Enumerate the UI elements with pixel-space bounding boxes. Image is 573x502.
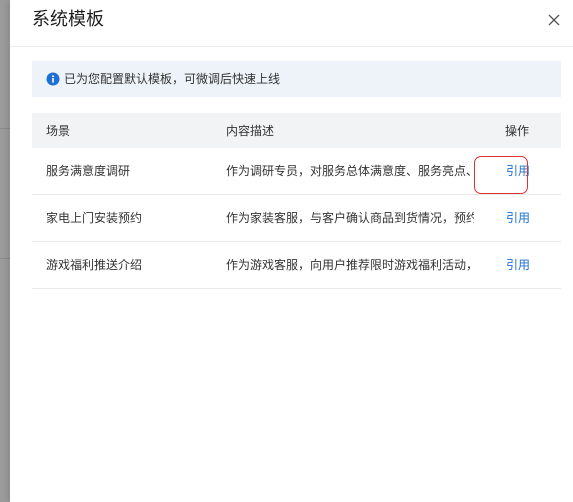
close-icon: [548, 14, 560, 26]
template-drawer: 系统模板 已为您配置默认模板，可微调后快速上线 场景 内容描述 操作 服务满意度…: [10, 0, 573, 502]
drawer-title: 系统模板: [32, 9, 104, 30]
info-notice: 已为您配置默认模板，可微调后快速上线: [32, 61, 561, 97]
scene-cell: 服务满意度调研: [46, 164, 131, 178]
column-header-action: 操作: [505, 124, 530, 138]
content-cell: 作为游戏客服，向用户推荐限时游戏福利活动，强…: [226, 258, 474, 272]
content-cell: 作为调研专员，对服务总体满意度、服务亮点、改…: [226, 164, 474, 178]
backdrop-divider: [0, 128, 10, 129]
scene-cell: 家电上门安装预约: [46, 211, 143, 225]
backdrop-divider: [0, 258, 10, 259]
use-template-link[interactable]: 引用: [506, 257, 530, 273]
info-circle-icon: [46, 72, 60, 86]
content-cell: 作为家装客服，与客户确认商品到货情况，预约上…: [226, 211, 474, 225]
table-row: 游戏福利推送介绍 作为游戏客服，向用户推荐限时游戏福利活动，强… 引用: [32, 242, 561, 289]
column-header-content: 内容描述: [226, 124, 275, 138]
template-table: 场景 内容描述 操作 服务满意度调研 作为调研专员，对服务总体满意度、服务亮点、…: [32, 113, 561, 289]
table-header: 场景 内容描述 操作: [32, 113, 561, 148]
close-button[interactable]: [546, 12, 562, 28]
column-header-scene: 场景: [46, 124, 71, 138]
notice-text: 已为您配置默认模板，可微调后快速上线: [64, 72, 281, 86]
use-template-link[interactable]: 引用: [506, 210, 530, 226]
table-row: 服务满意度调研 作为调研专员，对服务总体满意度、服务亮点、改… 引用: [32, 148, 561, 195]
scene-cell: 游戏福利推送介绍: [46, 258, 143, 272]
table-row: 家电上门安装预约 作为家装客服，与客户确认商品到货情况，预约上… 引用: [32, 195, 561, 242]
screen: 系统模板 已为您配置默认模板，可微调后快速上线 场景 内容描述 操作 服务满意度…: [0, 0, 573, 502]
drawer-header: 系统模板: [10, 0, 573, 47]
use-template-link[interactable]: 引用: [506, 163, 530, 179]
page-backdrop: [0, 0, 10, 502]
